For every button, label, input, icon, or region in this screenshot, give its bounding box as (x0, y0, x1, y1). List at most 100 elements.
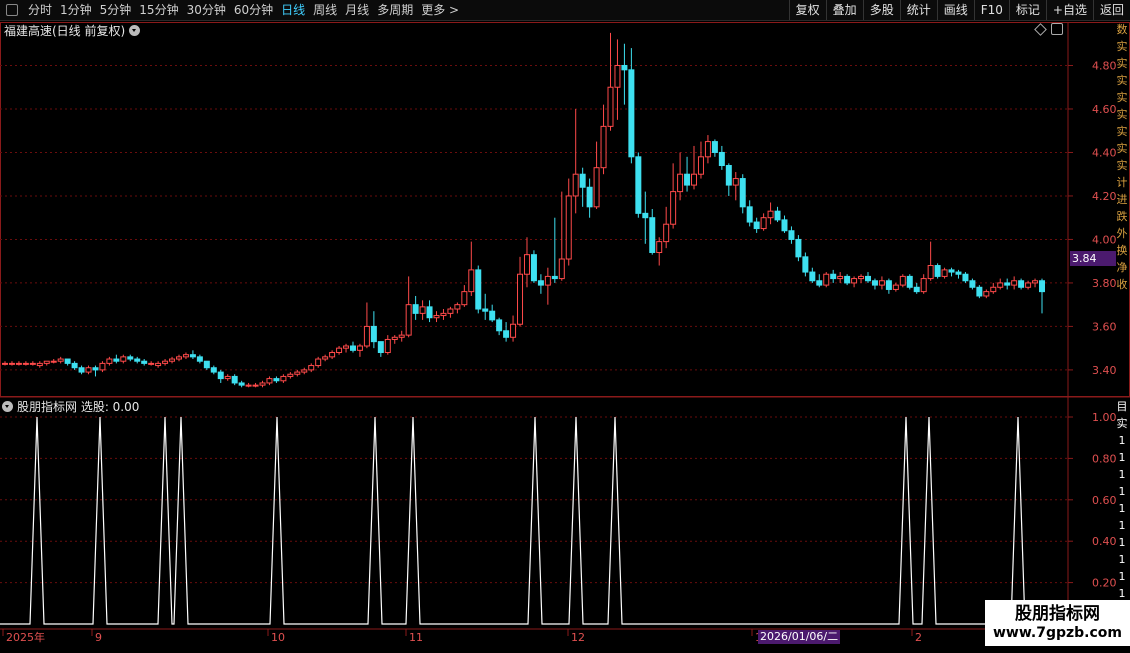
period-tab-1[interactable]: 1分钟 (56, 0, 96, 20)
candle-body (572, 173, 579, 197)
toolbar-button-1[interactable]: 叠加 (825, 0, 863, 20)
candle (969, 278, 976, 290)
candle (120, 354, 127, 364)
candle-body (837, 275, 844, 280)
candle-body (642, 212, 649, 219)
candle (363, 302, 370, 349)
period-tab-8[interactable]: 月线 (341, 0, 373, 20)
candle-body (343, 345, 350, 349)
candle (899, 274, 906, 288)
candle (155, 361, 162, 368)
candle (141, 359, 148, 366)
period-tab-0[interactable]: 分时 (24, 0, 56, 20)
candle-body (997, 282, 1004, 288)
watermark-title: 股朋指标网 (1015, 604, 1100, 624)
title-dropdown-icon[interactable] (129, 25, 141, 36)
candle (2, 361, 8, 366)
window-menu-icon[interactable] (6, 4, 18, 16)
candle (760, 213, 767, 231)
period-tab-10[interactable]: 更多 > (417, 0, 463, 20)
candle-body (329, 352, 336, 358)
candle (565, 178, 572, 266)
toolbar-button-0[interactable]: 复权 (788, 0, 826, 20)
period-tab-4[interactable]: 30分钟 (183, 0, 230, 20)
candle-body (565, 195, 572, 260)
candle (851, 276, 858, 288)
candle-body (865, 275, 872, 282)
candle (99, 361, 106, 373)
period-tab-5[interactable]: 60分钟 (230, 0, 277, 20)
right-strip-char: 实 (1116, 108, 1128, 121)
candle-body (962, 273, 969, 282)
toolbar-button-4[interactable]: 画线 (936, 0, 974, 20)
candle (830, 269, 837, 283)
candle-body (412, 304, 419, 314)
indicator-dropdown-icon[interactable] (2, 401, 13, 412)
candle (259, 380, 266, 388)
candle-body (71, 362, 78, 369)
right-strip-char: 进 (1116, 193, 1128, 206)
price-label: 4.60 (1092, 103, 1117, 116)
candle (572, 108, 579, 214)
candle (238, 380, 245, 388)
period-toolbar: 分时 1分钟 5分钟 15分钟 30分钟 60分钟 日线 周线 月线 多周期 更多 > 复权 叠加 多股… (0, 0, 1130, 21)
candle-body (878, 280, 885, 286)
diamond-icon[interactable] (1034, 23, 1047, 36)
period-tab-3[interactable]: 15分钟 (135, 0, 182, 20)
right-strip-char: 实 (1116, 40, 1128, 53)
candle-body (523, 254, 530, 275)
candle (823, 272, 830, 288)
candle-body (697, 156, 704, 175)
period-tab-2[interactable]: 5分钟 (96, 0, 136, 20)
candle-body (753, 221, 760, 230)
right-strip-lower-char: 1 (1118, 434, 1126, 447)
right-strip-lower-char: 目 (1116, 400, 1128, 413)
candle (934, 263, 941, 279)
candle (8, 361, 15, 366)
period-tab-9[interactable]: 多周期 (373, 0, 417, 20)
candle-body (210, 367, 217, 373)
period-tab-6[interactable]: 日线 (277, 0, 309, 20)
candle (475, 265, 482, 314)
indicator-label: 0.60 (1092, 494, 1117, 507)
candle-body (885, 280, 892, 290)
candle-body (92, 367, 99, 371)
right-info-strip: 数实实实实实实实实计进跌外换净收 (1114, 21, 1130, 401)
indicator-label: 0.20 (1092, 577, 1117, 590)
toolbar-button-7[interactable]: +自选 (1045, 0, 1093, 20)
chart-canvas[interactable]: 4.80 4.60 4.40 4.20 4.00 3.80 3.60 3.40 1.00 0.80… (0, 21, 1130, 650)
candle-body (517, 273, 524, 325)
candle (468, 241, 475, 296)
toolbar-button-8[interactable]: 返回 (1092, 0, 1130, 20)
candle-body (426, 306, 433, 319)
period-tabs: 分时 1分钟 5分钟 15分钟 30分钟 60分钟 日线 周线 月线 多周期 更多 > (24, 0, 463, 20)
candle-body (969, 280, 976, 288)
candle-body (259, 382, 266, 386)
candle (732, 172, 739, 201)
candle (1039, 278, 1045, 314)
candle-body (384, 338, 391, 354)
toolbar-button-2[interactable]: 多股 (862, 0, 900, 20)
right-strip-char: 实 (1116, 91, 1128, 104)
panel-toggle-icon[interactable] (1051, 23, 1063, 35)
candle (523, 237, 530, 288)
toolbar-button-3[interactable]: 统计 (899, 0, 937, 20)
candle (224, 374, 231, 381)
candle-body (287, 373, 294, 377)
cursor-date-tag: 2026/01/06/二 (758, 630, 840, 644)
candle-body (29, 362, 36, 365)
candle-body (892, 284, 899, 290)
candle-body (711, 141, 718, 153)
toolbar-button-6[interactable]: 标记 (1008, 0, 1046, 20)
period-tab-7[interactable]: 周线 (309, 0, 341, 20)
toolbar-button-5[interactable]: F10 (973, 0, 1009, 20)
candle (871, 278, 878, 290)
candle (837, 272, 844, 283)
candle-body (621, 64, 628, 71)
candle (127, 354, 134, 362)
x-axis-label: 2 (915, 631, 922, 644)
chart-area[interactable]: 4.80 4.60 4.40 4.20 4.00 3.80 3.60 3.40 1.00 0.80… (0, 21, 1130, 650)
candle (189, 350, 196, 360)
candle-body (363, 325, 370, 347)
candle-body (788, 230, 795, 240)
